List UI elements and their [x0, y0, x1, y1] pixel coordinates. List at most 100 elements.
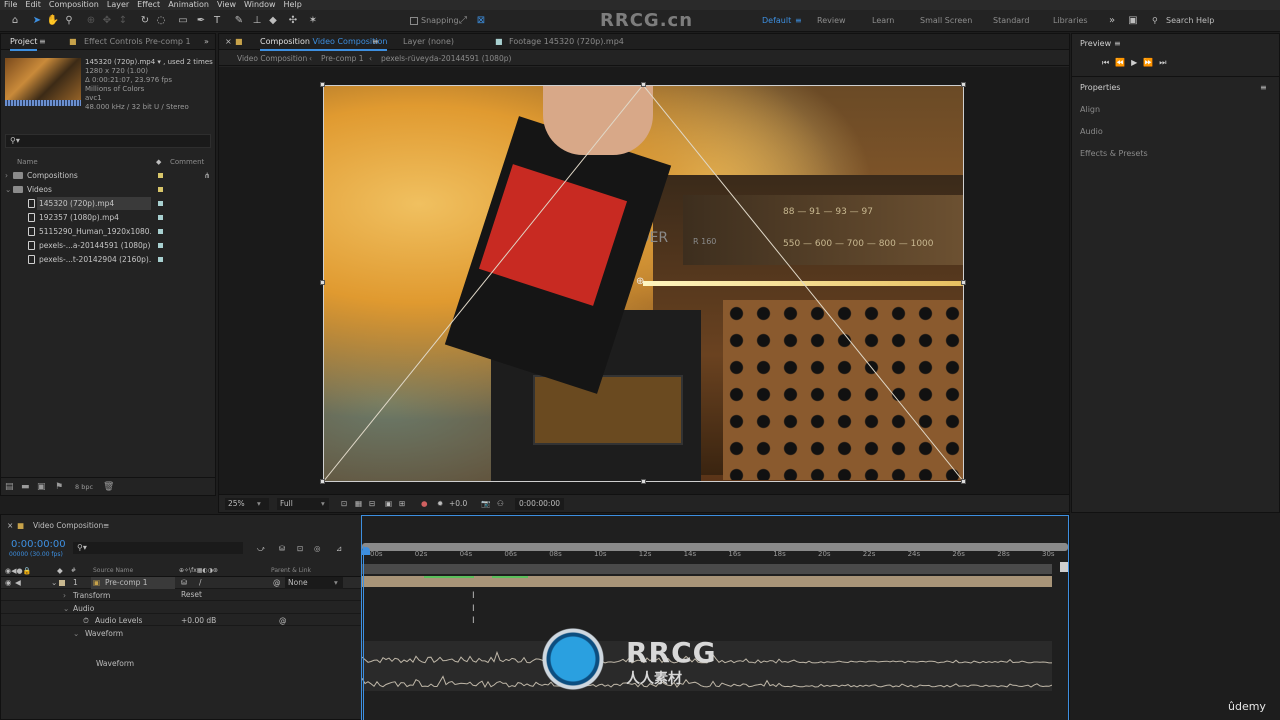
rectangle-tool-icon[interactable]: ▭: [176, 14, 190, 28]
panel-menu-icon[interactable]: ≡: [1260, 83, 1267, 92]
layer-name[interactable]: Pre-comp 1: [91, 577, 175, 589]
expand-arrow-icon[interactable]: ›: [63, 590, 66, 602]
prev-frame-icon[interactable]: ⏪: [1115, 58, 1131, 67]
label-swatch[interactable]: [158, 173, 163, 178]
region-of-interest-icon[interactable]: ⊡: [341, 498, 347, 510]
keyframe-marker-icon[interactable]: I: [472, 616, 475, 626]
show-channel-icon[interactable]: ⚇: [497, 498, 504, 510]
audio-panel-title[interactable]: Audio: [1080, 127, 1103, 136]
next-frame-icon[interactable]: ⏩: [1143, 58, 1159, 67]
audio-levels-value[interactable]: +0.00 dB: [181, 615, 216, 627]
align-panel-title[interactable]: Align: [1080, 105, 1100, 114]
project-item-footage[interactable]: 145320 (720p).mp4: [1, 197, 217, 210]
bit-depth-button[interactable]: 8 bpc: [75, 482, 93, 492]
new-folder-icon[interactable]: ▬: [21, 482, 31, 492]
adjust-icon[interactable]: ⚑: [55, 482, 65, 492]
label-swatch[interactable]: [158, 229, 163, 234]
property-row-audio[interactable]: ⌄ Audio: [1, 602, 361, 614]
workspace-menu-icon[interactable]: ≡: [795, 16, 802, 25]
panel-menu-icon[interactable]: ≡: [103, 520, 109, 532]
audio-icon[interactable]: ◀: [15, 577, 21, 589]
anchor-point-icon[interactable]: ⊕: [636, 276, 648, 288]
snap-options-icon[interactable]: ⤢: [456, 14, 470, 28]
workspace-standard[interactable]: Standard: [993, 16, 1029, 25]
property-row-transform[interactable]: › Transform Reset: [1, 589, 361, 601]
properties-panel-title[interactable]: Properties: [1080, 83, 1120, 92]
tab-timeline-comp[interactable]: Video Composition: [33, 520, 103, 532]
motion-blur-icon[interactable]: ◎: [314, 543, 321, 555]
workspace-libraries[interactable]: Libraries: [1053, 16, 1088, 25]
anchor-tool-icon[interactable]: ◌: [154, 14, 168, 28]
mask-visibility-icon[interactable]: ⊟: [369, 498, 375, 510]
effect-controls-lock-icon[interactable]: ■: [69, 34, 77, 50]
label-swatch[interactable]: [158, 243, 163, 248]
snapshot-icon[interactable]: 📷: [481, 498, 490, 510]
type-tool-icon[interactable]: T: [210, 14, 224, 28]
quality-switch-icon[interactable]: /: [199, 577, 202, 589]
menu-view[interactable]: View: [213, 0, 240, 10]
snap-feature-icon[interactable]: ⊠: [474, 14, 488, 28]
exposure-value[interactable]: +0.0: [449, 498, 467, 510]
pickwhip-icon[interactable]: @: [279, 615, 287, 627]
transform-handle[interactable]: [641, 82, 646, 87]
project-item-compositions[interactable]: › Compositions ⋔: [1, 169, 217, 182]
pan-tool-icon[interactable]: ✥: [100, 14, 114, 28]
eraser-tool-icon[interactable]: ◆: [266, 14, 280, 28]
menu-edit[interactable]: Edit: [21, 0, 45, 10]
play-icon[interactable]: ▶: [1131, 58, 1143, 67]
tab-footage[interactable]: Footage 145320 (720p).mp4: [509, 34, 624, 50]
menu-layer[interactable]: Layer: [103, 0, 133, 10]
project-item-footage[interactable]: pexels-...t-20142904 (2160p).mp4: [1, 253, 217, 266]
interpret-footage-icon[interactable]: ▤: [5, 482, 15, 492]
first-frame-icon[interactable]: ⏮: [1102, 58, 1115, 67]
keyframe-marker-icon[interactable]: I: [472, 591, 475, 601]
tab-effect-controls[interactable]: Effect Controls Pre-comp 1: [84, 34, 191, 50]
current-time-display[interactable]: 0:00:00:00: [515, 498, 564, 510]
menu-window[interactable]: Window: [240, 0, 280, 10]
layer-duration-bar[interactable]: [362, 576, 1052, 587]
stopwatch-icon[interactable]: ⏱: [83, 615, 89, 627]
reset-link[interactable]: Reset: [181, 589, 202, 601]
puppet-pin-icon[interactable]: ✶: [306, 14, 320, 28]
comp-flowchart-icon[interactable]: ⤻: [257, 543, 265, 555]
transform-handle[interactable]: [320, 280, 325, 285]
time-navigator[interactable]: [362, 564, 1052, 574]
menu-composition[interactable]: Composition: [45, 0, 103, 10]
timeline-search-input[interactable]: ⚲▾: [73, 542, 243, 554]
panel-overflow-icon[interactable]: »: [204, 34, 209, 50]
shy-layers-icon[interactable]: ⊡: [297, 543, 303, 555]
zoom-tool-icon[interactable]: ⚲: [62, 14, 76, 28]
transparency-grid-icon[interactable]: ▦: [355, 498, 362, 510]
menu-animation[interactable]: Animation: [164, 0, 213, 10]
workspace-learn[interactable]: Learn: [872, 16, 894, 25]
trash-icon[interactable]: 🗑: [103, 482, 114, 492]
label-swatch[interactable]: [158, 257, 163, 262]
keyframe-marker-icon[interactable]: I: [472, 604, 475, 614]
flowchart-icon[interactable]: ⋔: [204, 169, 210, 182]
collapse-arrow-icon[interactable]: ⌄: [5, 183, 11, 196]
source-name-header[interactable]: Source Name: [93, 565, 133, 577]
home-icon[interactable]: ⌂: [8, 14, 22, 28]
label-column-icon[interactable]: ◆: [156, 158, 161, 166]
visibility-icon[interactable]: ◉: [5, 577, 12, 589]
draft-3d-icon[interactable]: ⛁: [279, 543, 285, 555]
sync-icon[interactable]: ▣: [1126, 14, 1140, 28]
channel-icon[interactable]: ●: [421, 498, 428, 510]
panel-menu-icon[interactable]: ≡: [39, 34, 46, 50]
breadcrumb-video-composition[interactable]: Video Composition: [237, 51, 307, 66]
property-row-audio-levels[interactable]: ⏱ Audio Levels +0.00 dB @: [1, 614, 361, 626]
label-swatch[interactable]: [158, 215, 163, 220]
collapse-arrow-icon[interactable]: ⌄: [73, 628, 79, 640]
layer-row[interactable]: ◉ ◀ ⌄ 1 Pre-comp 1 ▣ ⛁ / @ None ▾: [1, 577, 361, 589]
roto-brush-icon[interactable]: ✣: [286, 14, 300, 28]
workspace-small-screen[interactable]: Small Screen: [920, 16, 972, 25]
close-icon[interactable]: ×: [225, 34, 232, 50]
snapping-checkbox[interactable]: [410, 17, 418, 25]
preview-panel-title[interactable]: Preview: [1080, 39, 1111, 48]
transform-handle[interactable]: [641, 479, 646, 484]
collapse-arrow-icon[interactable]: ⌄: [51, 577, 57, 589]
property-row-waveform[interactable]: ⌄ Waveform: [1, 627, 361, 639]
panel-menu-icon[interactable]: ≡: [372, 34, 379, 50]
close-icon[interactable]: ×: [7, 520, 13, 532]
guides-icon[interactable]: ▣: [385, 498, 392, 510]
